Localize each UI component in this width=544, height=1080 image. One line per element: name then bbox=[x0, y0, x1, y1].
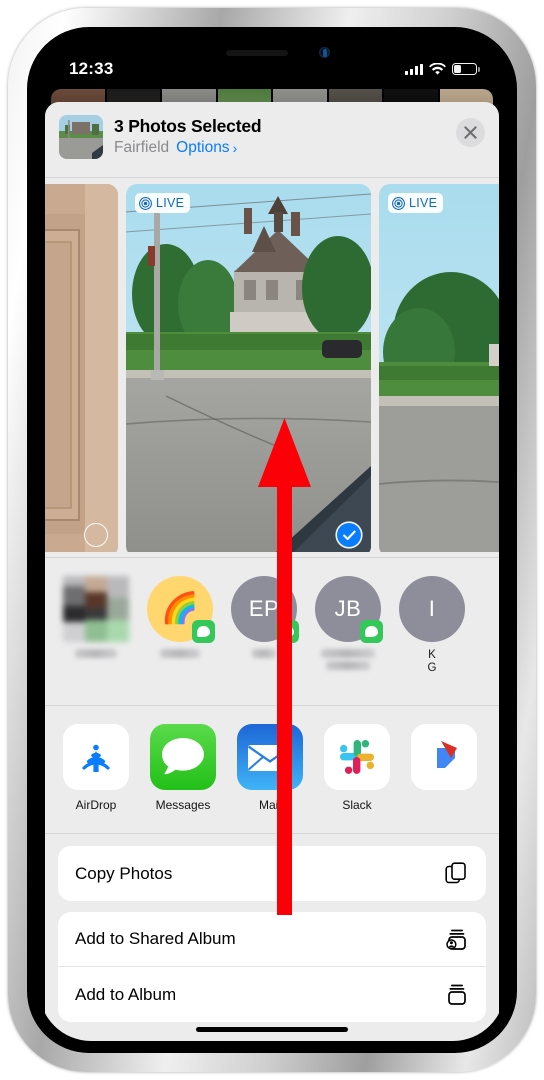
share-sheet: 3 Photos Selected Fairfield Options › LI… bbox=[45, 102, 499, 1041]
action-row-copy-photos[interactable]: Copy Photos bbox=[58, 846, 486, 901]
app-label-airdrop: AirDrop bbox=[75, 798, 117, 812]
shared-album-icon bbox=[446, 929, 466, 950]
close-button[interactable] bbox=[456, 118, 485, 147]
live-photo-icon bbox=[392, 196, 405, 210]
blurred-name bbox=[75, 649, 117, 658]
photo-strip: LIVE LIVE bbox=[45, 178, 499, 558]
app-item-mail[interactable]: Mail bbox=[237, 724, 303, 833]
contact-item-4[interactable]: I K G bbox=[399, 576, 465, 705]
contact-name-0 bbox=[63, 649, 129, 658]
contact-item-0[interactable] bbox=[63, 576, 129, 705]
wifi-icon bbox=[429, 62, 446, 75]
cellular-bars-icon bbox=[405, 63, 423, 75]
photo-select-toggle-0[interactable] bbox=[84, 523, 108, 547]
blurred-name bbox=[160, 649, 200, 658]
status-indicators bbox=[405, 62, 480, 76]
messages-badge-icon bbox=[192, 620, 215, 643]
speaker-grille-icon bbox=[226, 50, 288, 56]
app-item-messages[interactable]: Messages bbox=[150, 724, 216, 833]
app-label-mail: Mail bbox=[258, 798, 281, 812]
phone-frame: 12:33 3 Photos Selected Fairfield Option… bbox=[8, 8, 536, 1072]
phone-screen: 12:33 3 Photos Selected Fairfield Option… bbox=[39, 39, 505, 1041]
live-photo-icon bbox=[139, 196, 152, 210]
copy-icon bbox=[445, 862, 466, 884]
rainbow-emoji-icon: 🌈 bbox=[161, 592, 199, 625]
app-label-slack: Slack bbox=[342, 798, 372, 812]
home-indicator bbox=[196, 1027, 348, 1032]
messages-badge-icon bbox=[360, 620, 383, 643]
header-subtitle: Fairfield Options › bbox=[114, 139, 445, 157]
airdrop-icon bbox=[63, 724, 129, 790]
options-button[interactable]: Options › bbox=[176, 139, 237, 157]
header-text-block: 3 Photos Selected Fairfield Options › bbox=[114, 115, 445, 157]
close-x-icon bbox=[464, 126, 477, 139]
options-label: Options bbox=[176, 139, 230, 156]
blurred-name bbox=[252, 649, 276, 658]
apps-row: AirDrop Messages Mail Slack bbox=[45, 706, 499, 834]
action-group-copy: Copy Photos bbox=[58, 846, 486, 901]
avatar-initials: JB bbox=[334, 596, 362, 621]
slack-icon bbox=[324, 724, 390, 790]
action-label-copy-photos: Copy Photos bbox=[75, 863, 173, 883]
chevron-right-icon: › bbox=[232, 140, 238, 156]
partial-app-icon bbox=[411, 724, 477, 790]
app-item-slack[interactable]: Slack bbox=[324, 724, 390, 833]
page-title: 3 Photos Selected bbox=[114, 116, 262, 136]
live-photo-badge-1: LIVE bbox=[135, 193, 191, 213]
battery-low-icon bbox=[452, 63, 480, 75]
actions-list: Copy Photos Add to Shared Album Add to A… bbox=[45, 834, 499, 1022]
checkmark-icon bbox=[342, 530, 356, 540]
action-label-add-shared-album: Add to Shared Album bbox=[75, 929, 236, 948]
mail-icon bbox=[237, 724, 303, 790]
messages-badge-icon bbox=[276, 620, 299, 643]
contact-item-2[interactable]: EP bbox=[231, 576, 299, 705]
avatar: JB bbox=[315, 576, 383, 643]
selected-photo-thumbnail bbox=[59, 115, 103, 159]
avatar-initials: I bbox=[428, 596, 436, 621]
album-icon bbox=[448, 984, 466, 1005]
photo-select-toggle-1[interactable] bbox=[337, 523, 361, 547]
contact-name-4: K G bbox=[427, 649, 437, 674]
phone-bezel: 12:33 3 Photos Selected Fairfield Option… bbox=[27, 27, 517, 1053]
share-sheet-header: 3 Photos Selected Fairfield Options › bbox=[45, 102, 499, 178]
blurred-name bbox=[326, 661, 370, 670]
avatar: EP bbox=[231, 576, 299, 643]
action-label-add-album: Add to Album bbox=[75, 984, 177, 1004]
app-item-airdrop[interactable]: AirDrop bbox=[63, 724, 129, 833]
app-item-partial[interactable] bbox=[411, 724, 477, 833]
action-row-add-shared-album[interactable]: Add to Shared Album bbox=[58, 912, 486, 967]
contacts-row: 🌈 EP JB I K G bbox=[45, 558, 499, 706]
photo-thumbnail-2[interactable]: LIVE bbox=[379, 184, 499, 557]
avatar: 🌈 bbox=[147, 576, 215, 643]
contact-name-3 bbox=[315, 649, 381, 670]
avatar: I bbox=[399, 576, 465, 642]
app-label-messages: Messages bbox=[155, 798, 211, 812]
blurred-name bbox=[321, 649, 375, 658]
action-row-add-album[interactable]: Add to Album bbox=[58, 967, 486, 1022]
live-photo-badge-2: LIVE bbox=[388, 193, 444, 213]
contact-item-3[interactable]: JB bbox=[315, 576, 383, 705]
avatar bbox=[63, 576, 129, 642]
photo-thumbnail-1[interactable]: LIVE bbox=[126, 184, 371, 557]
action-group-albums: Add to Shared Album Add to Album bbox=[58, 912, 486, 1022]
contact-name-1 bbox=[147, 649, 213, 658]
contact-item-1[interactable]: 🌈 bbox=[147, 576, 215, 705]
status-clock: 12:33 bbox=[69, 59, 114, 78]
location-label: Fairfield bbox=[114, 139, 170, 156]
contact-name-2 bbox=[231, 649, 297, 658]
messages-icon bbox=[150, 724, 216, 790]
notch bbox=[188, 39, 356, 66]
front-camera-icon bbox=[319, 47, 330, 58]
live-badge-label: LIVE bbox=[156, 196, 185, 210]
live-badge-label: LIVE bbox=[409, 196, 438, 210]
photo-thumbnail-0[interactable] bbox=[45, 184, 118, 557]
avatar-initials: EP bbox=[248, 596, 280, 621]
